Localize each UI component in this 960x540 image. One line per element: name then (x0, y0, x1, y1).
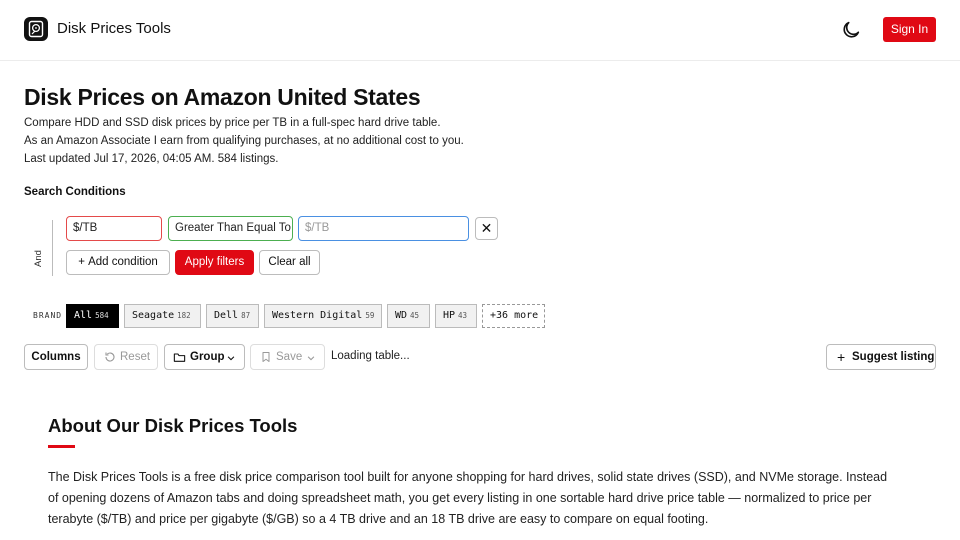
about-paragraph-line: The Disk Prices Tools is a free disk pri… (48, 470, 888, 484)
description-line: Compare HDD and SSD disk prices by price… (24, 117, 441, 129)
remove-condition-button[interactable]: ✕ (475, 217, 498, 240)
brand-filter-label: BRAND (33, 311, 63, 320)
chevron-down-icon (227, 356, 235, 361)
brand-chip-dell[interactable]: Dell 87 (206, 304, 259, 328)
close-icon: ✕ (480, 220, 493, 236)
chip-label: HP (443, 310, 456, 321)
search-conditions-heading: Search Conditions (24, 186, 126, 198)
about-paragraph-line: of opening dozens of Amazon tabs and doi… (48, 491, 872, 505)
chip-count: 43 (458, 311, 468, 320)
group-label: Group (190, 351, 225, 363)
about-paragraph-line: terabyte ($/TB) and price per gigabyte (… (48, 512, 709, 526)
brand-chip-all[interactable]: All 584 (66, 304, 119, 328)
condition-operator-select[interactable]: Greater Than Equal To (168, 216, 293, 241)
top-header: Disk Prices Tools Sign In (0, 0, 960, 61)
suggest-listing-button[interactable]: + Suggest listing (826, 344, 936, 370)
chip-count: 45 (410, 311, 420, 320)
reset-label: Reset (120, 351, 151, 363)
folder-icon (173, 353, 186, 362)
page-title: Disk Prices on Amazon United States (24, 84, 421, 110)
chip-label: Dell (214, 310, 239, 321)
brand-name[interactable]: Disk Prices Tools (57, 20, 171, 37)
brand-chip-seagate[interactable]: Seagate 182 (124, 304, 201, 328)
clear-all-button[interactable]: Clear all (259, 250, 320, 275)
sign-in-button[interactable]: Sign In (883, 17, 936, 42)
brand-chip-western-digital[interactable]: Western Digital 59 (264, 304, 382, 328)
loading-status: Loading table... (331, 350, 410, 362)
condition-value-input[interactable]: $/TB (298, 216, 469, 241)
columns-button[interactable]: Columns (24, 344, 88, 370)
brand-chip-more[interactable]: +36 more (482, 304, 545, 328)
reset-button[interactable]: Reset (94, 344, 158, 370)
chip-label: All (74, 310, 93, 321)
affiliate-disclosure: As an Amazon Associate I earn from quali… (24, 135, 464, 147)
about-heading: About Our Disk Prices Tools (48, 415, 298, 436)
chip-label: Western Digital (272, 310, 363, 321)
save-label: Save (276, 351, 303, 363)
save-button[interactable]: Save (250, 344, 325, 370)
heading-underline (48, 445, 75, 448)
group-button[interactable]: Group (164, 344, 245, 370)
chip-label: Seagate (132, 310, 175, 321)
brand-chip-wd[interactable]: WD 45 (387, 304, 430, 328)
plus-icon: + (78, 256, 85, 268)
chevron-down-icon (307, 356, 315, 361)
and-label: And (33, 250, 44, 267)
and-bracket (52, 220, 53, 276)
chip-count: 584 (95, 311, 109, 320)
suggest-listing-label: Suggest listing (852, 351, 935, 363)
brand-chip-hp[interactable]: HP 43 (435, 304, 477, 328)
chip-count: 59 (365, 311, 375, 320)
plus-icon: + (837, 349, 846, 365)
reset-icon (105, 352, 115, 362)
apply-filters-button[interactable]: Apply filters (175, 250, 254, 275)
moon-icon[interactable] (840, 19, 862, 41)
disk-logo-icon[interactable] (24, 17, 48, 41)
condition-column-select[interactable]: $/TB (66, 216, 162, 241)
add-condition-button[interactable]: + Add condition (66, 250, 170, 275)
chip-label: WD (395, 310, 408, 321)
chip-count: 87 (241, 311, 251, 320)
last-updated: Last updated Jul 17, 2026, 04:05 AM. 584… (24, 153, 279, 165)
chip-count: 182 (177, 311, 191, 320)
add-condition-label: Add condition (88, 256, 158, 268)
bookmark-icon (262, 352, 270, 362)
